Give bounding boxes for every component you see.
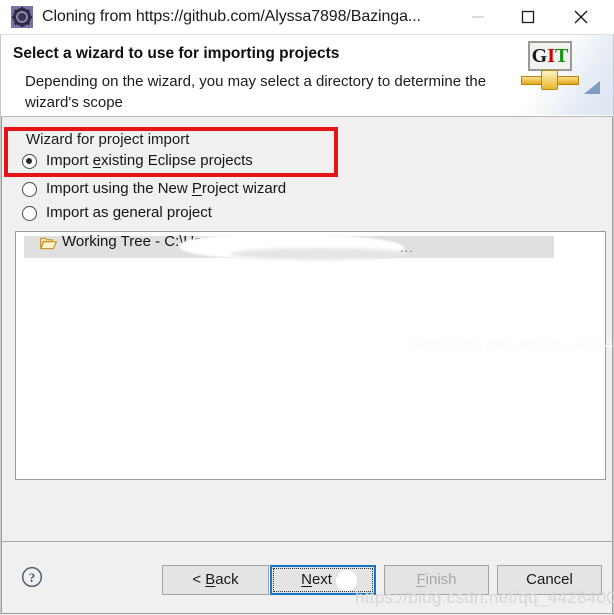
close-button[interactable] <box>558 0 603 34</box>
radio-indicator[interactable] <box>22 154 37 169</box>
radio-label-part2: roject wizard <box>201 180 287 197</box>
back-button[interactable]: < Back <box>162 565 269 595</box>
radio-label-part1: Import as <box>46 204 113 221</box>
watermark-faint: https://blog.csdn.net/qq_44284002 <box>408 336 614 353</box>
finish-button-mnemonic: F <box>416 571 426 588</box>
help-icon: ? <box>21 566 43 588</box>
radio-indicator[interactable] <box>22 182 37 197</box>
wizard-group-label: Wizard for project import <box>26 131 190 148</box>
radio-label-part2: eneral project <box>121 204 212 221</box>
radio-label: Import as general project <box>46 204 212 221</box>
radio-label-mnemonic: e <box>92 152 102 169</box>
wizard-header: Select a wizard to use for importing pro… <box>1 35 613 117</box>
git-logo-plate: GIT <box>528 41 572 71</box>
maximize-button[interactable] <box>505 0 550 34</box>
cancel-button-label: Cancel <box>526 571 573 588</box>
radio-indicator[interactable] <box>22 206 37 221</box>
page-description: Depending on the wizard, you may select … <box>25 73 487 111</box>
radio-label-mnemonic: P <box>191 180 202 197</box>
svg-text:?: ? <box>29 570 36 585</box>
path-redaction-overlay-secondary <box>230 248 410 260</box>
radio-label-part2: xisting Eclipse projects <box>101 152 253 169</box>
next-button-mnemonic: N <box>301 571 312 588</box>
working-tree-list[interactable]: Working Tree - C:\Users <box>15 231 606 480</box>
back-button-label-part2: ack <box>215 571 239 588</box>
radio-label: Import existing Eclipse projects <box>46 152 253 169</box>
page-title: Select a wizard to use for importing pro… <box>13 45 340 62</box>
radio-label: Import using the New Project wizard <box>46 180 286 197</box>
watermark: https://blog.csdn.net/qq_44284002 <box>355 588 614 607</box>
folder-icon <box>40 236 58 250</box>
eclipse-git-repository-icon <box>11 6 33 28</box>
banner-corner-triangle <box>584 81 600 94</box>
finish-button-label: inish <box>425 571 457 588</box>
git-letter-g: G <box>531 45 548 67</box>
mouse-cursor-overlay <box>336 570 357 591</box>
radio-label-mnemonic: g <box>112 204 122 221</box>
git-letter-i: I <box>547 45 555 67</box>
git-banner-image: GIT <box>499 35 613 115</box>
close-icon <box>574 10 587 24</box>
back-button-label-part1: < <box>192 571 206 588</box>
back-button-mnemonic: B <box>205 571 216 588</box>
radio-label-part1: Import <box>46 152 93 169</box>
minimize-icon <box>471 16 484 18</box>
window-title: Cloning from https://github.com/Alyssa78… <box>42 8 421 25</box>
git-valve-icon <box>541 70 558 90</box>
title-bar: Cloning from https://github.com/Alyssa78… <box>0 0 614 35</box>
radio-label-part1: Import using the New <box>46 180 192 197</box>
help-button[interactable]: ? <box>21 566 43 588</box>
tree-item-truncation-marker: ... <box>400 240 414 255</box>
clone-wizard-dialog: Cloning from https://github.com/Alyssa78… <box>0 0 614 615</box>
maximize-icon <box>521 10 534 24</box>
git-letter-t: T <box>555 45 569 67</box>
minimize-button[interactable] <box>455 0 500 34</box>
